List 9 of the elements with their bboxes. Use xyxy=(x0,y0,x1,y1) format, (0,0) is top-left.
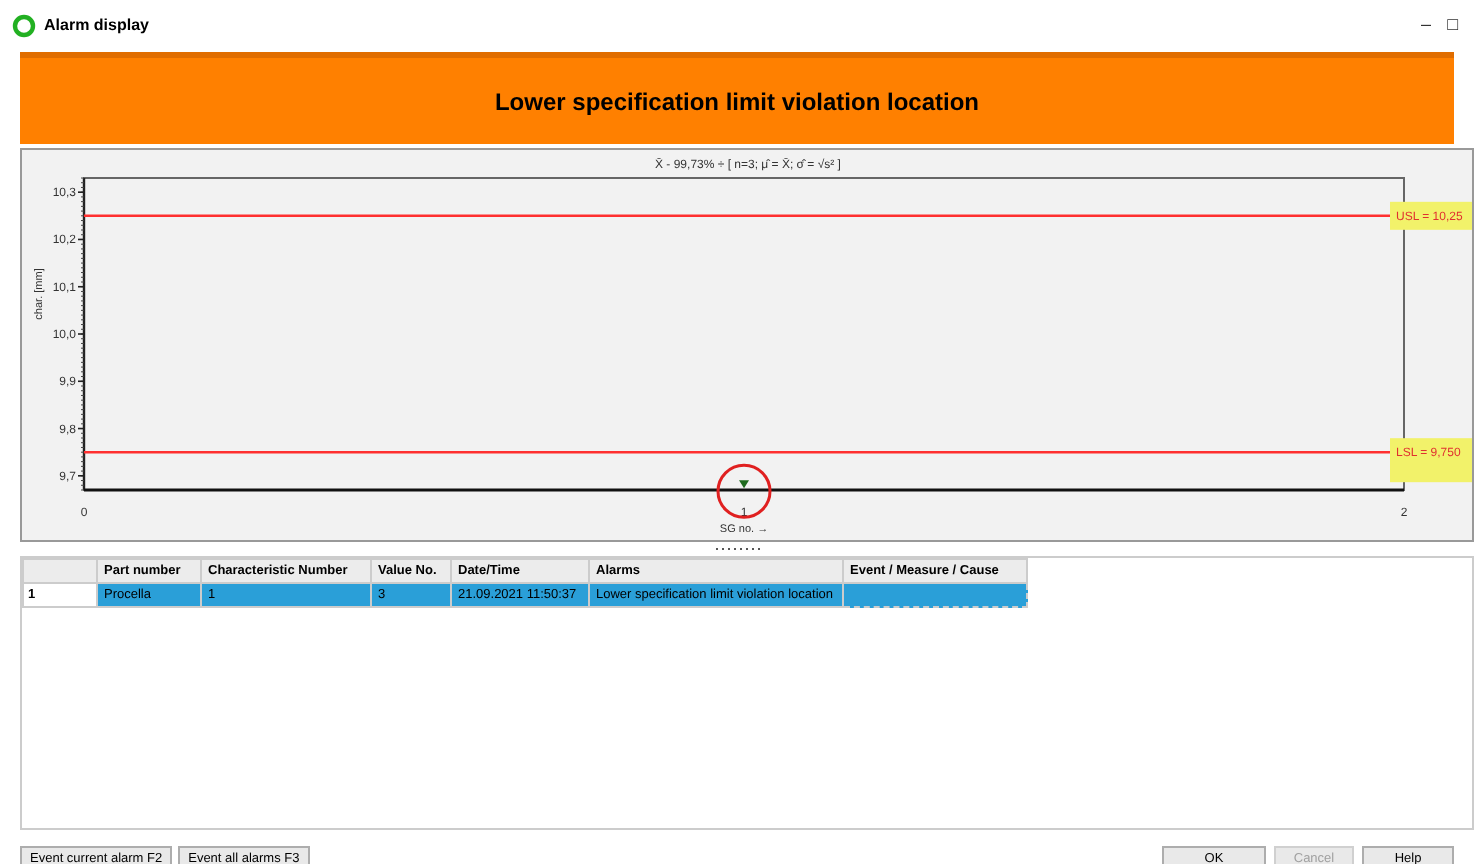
app-icon xyxy=(12,14,36,38)
minimize-button[interactable]: – xyxy=(1421,12,1432,40)
input-field[interactable] xyxy=(843,583,1027,607)
limit-label-background xyxy=(1390,438,1472,483)
maximize-button[interactable]: □ xyxy=(1447,12,1458,40)
limit-label-background xyxy=(1390,201,1472,230)
highlight-circle xyxy=(716,463,772,519)
window-title: Alarm display xyxy=(44,14,149,38)
alarm-title: Lower specification limit violation location xyxy=(494,85,980,119)
